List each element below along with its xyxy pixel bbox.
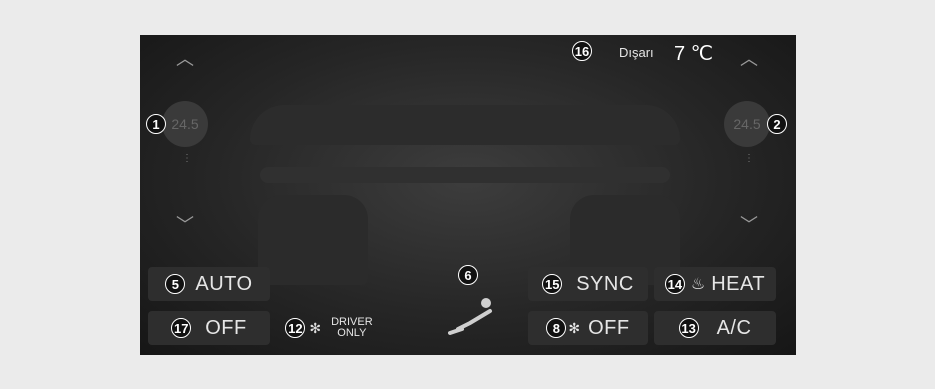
- ac-button-label: A/C: [716, 316, 752, 339]
- callout-13: 13: [678, 318, 699, 338]
- left-temp-dots-icon: ⋮: [182, 153, 192, 164]
- heat-button[interactable]: 14 ♨ HEAT: [654, 267, 776, 301]
- right-temp-dots-icon: ⋮: [744, 153, 754, 164]
- fan-icon: ✻: [309, 319, 322, 336]
- sync-button[interactable]: 15 SYNC: [528, 267, 648, 301]
- callout-2: 2: [767, 114, 787, 134]
- callout-17: 17: [171, 318, 192, 338]
- dashboard-vent-shape: [260, 167, 670, 183]
- driver-only-label: DRIVER ONLY: [331, 317, 373, 339]
- callout-1: 1: [146, 114, 166, 134]
- callout-16: 16: [572, 41, 592, 61]
- outside-temp-value: 7 ℃: [674, 43, 714, 65]
- left-seat-shape: [258, 195, 368, 285]
- climate-control-screen: 16 Dışarı 7 ℃ ︿ 24.5 1 ⋮ ﹀ ︿ 24.5 2 ⋮ ﹀ …: [140, 35, 796, 355]
- ac-button[interactable]: 13 A/C: [654, 311, 776, 345]
- left-temp-knob[interactable]: 24.5: [162, 101, 208, 147]
- sync-button-label: SYNC: [576, 272, 634, 295]
- auto-button[interactable]: 5 AUTO: [148, 267, 270, 301]
- left-temp-down-chevron-icon[interactable]: ﹀: [172, 215, 198, 235]
- seated-person-airflow-icon: [448, 298, 492, 335]
- dashboard-shape: [250, 105, 680, 145]
- driver-only-button[interactable]: 12 ✻ DRIVER ONLY: [270, 311, 388, 345]
- fan-off-button[interactable]: 8 ✻ OFF: [528, 311, 648, 345]
- callout-12: 12: [285, 318, 306, 338]
- outside-temp-label: Dışarı: [619, 45, 654, 60]
- auto-button-label: AUTO: [195, 272, 253, 295]
- off-button-label: OFF: [205, 316, 247, 339]
- fan-off-button-label: OFF: [588, 316, 630, 339]
- callout-15: 15: [542, 274, 563, 294]
- heat-icon: ♨: [690, 276, 706, 293]
- off-button[interactable]: 17 OFF: [148, 311, 270, 345]
- airflow-mode-button[interactable]: [440, 293, 504, 337]
- left-temp-up-chevron-icon[interactable]: ︿: [172, 49, 198, 69]
- right-temp-down-chevron-icon[interactable]: ﹀: [736, 215, 762, 235]
- callout-8: 8: [546, 318, 567, 338]
- fan-off-icon: ✻: [568, 319, 581, 336]
- right-temp-up-chevron-icon[interactable]: ︿: [736, 49, 762, 69]
- driver-only-line2: ONLY: [337, 327, 367, 339]
- callout-5: 5: [165, 274, 186, 294]
- heat-button-label: HEAT: [711, 272, 766, 295]
- callout-6: 6: [458, 265, 478, 285]
- right-temp-knob[interactable]: 24.5: [724, 101, 770, 147]
- callout-14: 14: [664, 274, 685, 294]
